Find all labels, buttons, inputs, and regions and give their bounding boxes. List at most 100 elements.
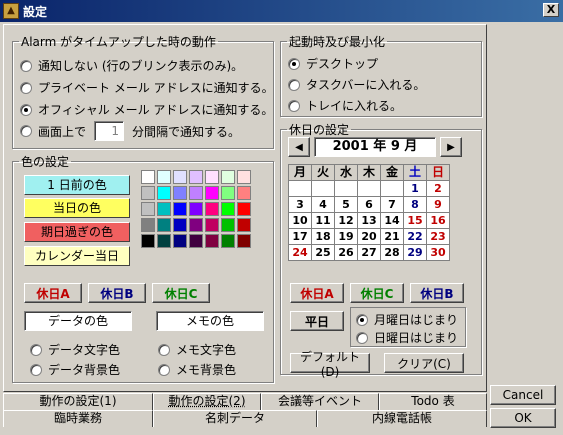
interval-input[interactable]: 1 <box>94 121 125 141</box>
color-swatch[interactable] <box>157 218 171 232</box>
color-swatch[interactable] <box>173 186 187 200</box>
holiday-b-button[interactable]: 休日B <box>410 283 464 303</box>
calendar-day[interactable]: 15 <box>404 213 426 228</box>
color-swatch[interactable] <box>205 218 219 232</box>
calendar-day[interactable]: 21 <box>381 229 403 244</box>
calendar-day[interactable]: 24 <box>289 245 311 260</box>
tab-todo[interactable]: Todo 表 <box>379 393 487 410</box>
calendar-day[interactable]: 9 <box>427 197 449 212</box>
color-swatch[interactable] <box>205 234 219 248</box>
calendar-day[interactable]: 5 <box>335 197 357 212</box>
calendar-day[interactable]: 28 <box>381 245 403 260</box>
color-swatch[interactable] <box>221 186 235 200</box>
radio-alarm-screen[interactable] <box>20 125 32 137</box>
color-swatch[interactable] <box>189 186 203 200</box>
color-swatch[interactable] <box>221 170 235 184</box>
color-label-day-before[interactable]: 1 日前の色 <box>24 175 130 195</box>
color-swatch[interactable] <box>237 202 251 216</box>
tab-business-cards[interactable]: 名刺データ <box>153 410 317 427</box>
calendar-day[interactable]: 20 <box>358 229 380 244</box>
calendar-day[interactable]: 12 <box>335 213 357 228</box>
cancel-button[interactable]: Cancel <box>490 385 556 405</box>
calendar-day[interactable]: 6 <box>358 197 380 212</box>
alarm-option-none[interactable]: 通知しない (行のブリンク表示のみ)。 <box>20 57 243 74</box>
next-month-button[interactable]: ▶ <box>440 137 462 157</box>
color-swatch[interactable] <box>173 170 187 184</box>
monday-start-option[interactable]: 月曜日はじまり <box>356 311 458 328</box>
color-swatch[interactable] <box>157 202 171 216</box>
radio-memo-bg-color[interactable] <box>158 363 170 376</box>
alarm-option-screen[interactable]: 画面上で 1 分間隔で通知する。 <box>20 121 240 141</box>
memo-color-box[interactable]: メモの色 <box>156 311 264 331</box>
radio-data-text-color[interactable] <box>30 343 42 356</box>
color-swatch[interactable] <box>205 186 219 200</box>
alarm-option-private[interactable]: プライベート メール アドレスに通知する。 <box>20 79 274 96</box>
color-holiday-c-button[interactable]: 休日C <box>152 283 210 303</box>
color-swatch[interactable] <box>189 202 203 216</box>
calendar-day[interactable]: 11 <box>312 213 334 228</box>
data-text-color-option[interactable]: データ文字色 <box>30 341 120 358</box>
calendar-day[interactable]: 3 <box>289 197 311 212</box>
tab-temp-work[interactable]: 臨時業務 <box>3 410 153 427</box>
calendar-day[interactable]: 25 <box>312 245 334 260</box>
calendar-day[interactable]: 2 <box>427 181 449 196</box>
radio-alarm-official[interactable] <box>20 103 32 116</box>
color-swatch[interactable] <box>237 186 251 200</box>
prev-month-button[interactable]: ◀ <box>288 137 310 157</box>
color-holiday-b-button[interactable]: 休日B <box>88 283 146 303</box>
data-bg-color-option[interactable]: データ背景色 <box>30 361 120 378</box>
color-swatch[interactable] <box>221 234 235 248</box>
calendar-day[interactable]: 1 <box>404 181 426 196</box>
calendar-day[interactable]: 13 <box>358 213 380 228</box>
sunday-start-option[interactable]: 日曜日はじまり <box>356 329 458 346</box>
calendar-day[interactable]: 18 <box>312 229 334 244</box>
color-swatch[interactable] <box>237 218 251 232</box>
color-swatch[interactable] <box>141 170 155 184</box>
calendar-day[interactable]: 23 <box>427 229 449 244</box>
color-swatch[interactable] <box>189 170 203 184</box>
data-color-box[interactable]: データの色 <box>24 311 132 331</box>
color-swatch[interactable] <box>237 234 251 248</box>
color-swatch[interactable] <box>141 202 155 216</box>
holiday-c-button[interactable]: 休日C <box>350 283 404 303</box>
calendar-day[interactable]: 8 <box>404 197 426 212</box>
alarm-option-official[interactable]: オフィシャル メール アドレスに通知する。 <box>20 101 273 118</box>
default-button[interactable]: デフォルト(D) <box>290 350 370 379</box>
radio-alarm-none[interactable] <box>20 59 32 72</box>
calendar-day[interactable]: 30 <box>427 245 449 260</box>
color-swatch[interactable] <box>173 234 187 248</box>
radio-alarm-private[interactable] <box>20 81 32 94</box>
color-swatch[interactable] <box>221 218 235 232</box>
memo-bg-color-option[interactable]: メモ背景色 <box>158 361 236 378</box>
calendar-day[interactable]: 14 <box>381 213 403 228</box>
color-label-today[interactable]: 当日の色 <box>24 198 130 218</box>
radio-sunday-start[interactable] <box>356 331 368 344</box>
ok-button[interactable]: OK <box>490 408 556 428</box>
color-label-overdue[interactable]: 期日過ぎの色 <box>24 222 130 242</box>
color-swatch[interactable] <box>141 234 155 248</box>
color-swatch[interactable] <box>189 234 203 248</box>
calendar-day[interactable]: 27 <box>358 245 380 260</box>
calendar-day[interactable]: 16 <box>427 213 449 228</box>
color-swatch[interactable] <box>157 234 171 248</box>
color-swatch[interactable] <box>173 202 187 216</box>
close-button[interactable]: X <box>543 3 559 17</box>
weekday-button[interactable]: 平日 <box>290 311 344 331</box>
tab-meeting-events[interactable]: 会議等イベント <box>261 393 379 410</box>
tab-behavior-1[interactable]: 動作の設定(1) <box>3 393 153 410</box>
calendar-day[interactable]: 19 <box>335 229 357 244</box>
calendar-day[interactable]: 29 <box>404 245 426 260</box>
color-label-calendar-today[interactable]: カレンダー当日 <box>24 246 130 266</box>
calendar-day[interactable]: 22 <box>404 229 426 244</box>
color-swatch[interactable] <box>141 186 155 200</box>
radio-data-bg-color[interactable] <box>30 363 42 376</box>
color-swatch[interactable] <box>237 170 251 184</box>
tab-extension-phones[interactable]: 内線電話帳 <box>317 410 487 427</box>
holiday-a-button[interactable]: 休日A <box>290 283 344 303</box>
color-swatch[interactable] <box>157 186 171 200</box>
radio-memo-text-color[interactable] <box>158 343 170 356</box>
color-swatch[interactable] <box>221 202 235 216</box>
color-holiday-a-button[interactable]: 休日A <box>24 283 82 303</box>
clear-button[interactable]: クリア(C) <box>384 353 464 373</box>
calendar-day[interactable]: 17 <box>289 229 311 244</box>
